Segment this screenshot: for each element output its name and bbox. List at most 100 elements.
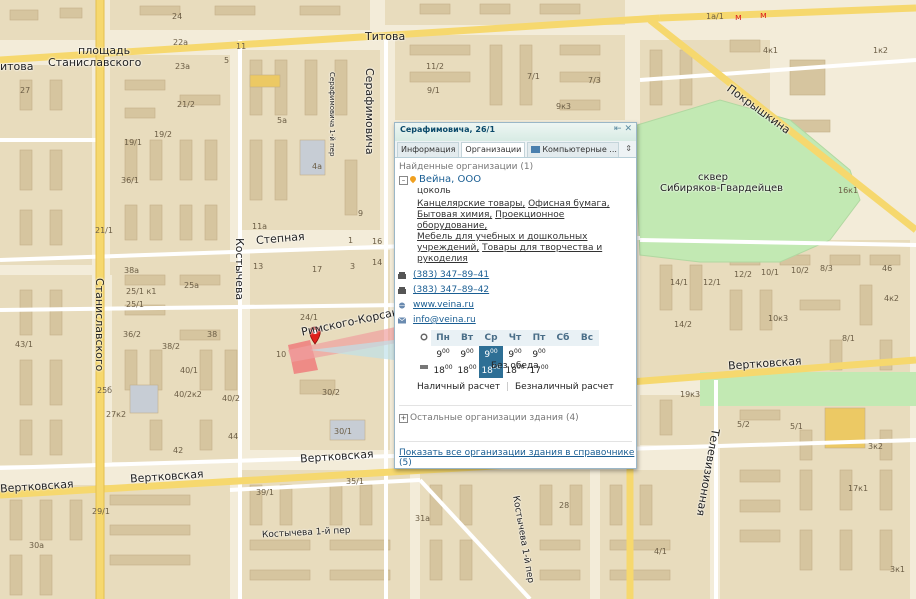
house-number: 19/2 <box>154 130 172 139</box>
house-number: 4/1 <box>654 547 667 556</box>
house-number: 19/1 <box>124 138 142 147</box>
mail-icon <box>398 317 406 324</box>
lunch-icon <box>420 365 428 369</box>
open-time <box>551 346 575 362</box>
category-link[interactable]: Офисная бумага, <box>528 199 610 209</box>
tab-computer-label: Компьютерные ... <box>542 145 617 154</box>
day-header: Чт <box>503 330 527 346</box>
website-link[interactable]: www.veina.ru <box>413 298 474 313</box>
house-number: 38 <box>207 330 218 339</box>
email-link[interactable]: info@veina.ru <box>413 313 476 328</box>
house-number: 38/2 <box>162 342 180 351</box>
metro-icon: м <box>735 13 742 23</box>
category-link[interactable]: учреждений, <box>417 243 479 253</box>
house-number: 3к2 <box>868 442 884 451</box>
house-number: 12/1 <box>703 278 721 287</box>
org-name[interactable]: Вейна, ООО <box>419 174 481 185</box>
divider <box>399 441 632 442</box>
open-time <box>575 346 599 362</box>
house-number: 40/2к2 <box>174 390 202 399</box>
phone-row: (383) 347–89–41 <box>395 268 636 283</box>
house-number: 13 <box>253 262 264 271</box>
house-number: 5а <box>277 116 287 125</box>
payment-cash: Наличный расчет <box>417 382 501 392</box>
open-time: 900 <box>460 348 474 360</box>
house-number: 14 <box>372 258 383 267</box>
house-number: 4а <box>312 162 322 171</box>
popup-controls[interactable]: ⇤ ✕ <box>614 124 632 134</box>
tab-info[interactable]: Информация <box>397 142 460 157</box>
street-label: Серафимовича <box>363 68 376 155</box>
house-number: 35/1 <box>346 477 364 486</box>
house-number: 21/1 <box>95 226 113 235</box>
house-number: 4к2 <box>884 294 900 303</box>
house-number: 27 <box>20 86 31 95</box>
show-all-link[interactable]: Показать все организации здания в справо… <box>399 448 634 458</box>
house-number: 39/1 <box>256 488 274 497</box>
house-number: 31а <box>415 514 431 523</box>
lunch-text: Без обеда <box>491 361 539 371</box>
house-number: 10/1 <box>761 268 779 277</box>
house-number: 43/1 <box>15 340 33 349</box>
globe-icon <box>398 302 406 309</box>
tab-organizations[interactable]: Организации <box>461 142 526 157</box>
email-row: info@veina.ru <box>395 313 636 328</box>
house-number: 42 <box>173 446 184 455</box>
tab-scroll-arrows-icon[interactable]: ⇕ <box>625 142 634 157</box>
house-number: 1 <box>348 236 354 245</box>
house-number: 16 <box>372 237 383 246</box>
close-time: 1800 <box>457 364 477 376</box>
street-label: Станиславского <box>93 278 106 372</box>
house-number: 5/1 <box>790 422 803 431</box>
popup-tabs: Информация Организации Компьютерные ... … <box>395 141 636 158</box>
tab-computer[interactable]: Компьютерные ... <box>527 142 620 157</box>
house-number: 12/2 <box>734 270 752 279</box>
popup-title: Серафимовича, 26/1 <box>400 125 496 134</box>
park-label: Сибиряков-Гвардейцев <box>660 183 784 194</box>
info-popup: Серафимовича, 26/1 ⇤ ✕ Информация Органи… <box>394 122 637 469</box>
house-number: 10к3 <box>768 314 789 323</box>
category-link[interactable]: Бытовая химия, <box>417 210 492 220</box>
show-all-row: Показать все организации здания в справо… <box>399 448 636 468</box>
day-header: Пт <box>527 330 551 346</box>
other-orgs-row[interactable]: + Остальные организации здания (4) <box>399 413 579 423</box>
house-number: 17 <box>312 265 323 274</box>
other-orgs-label[interactable]: Остальные организации здания (4) <box>410 413 579 423</box>
org-pin-icon <box>408 174 418 184</box>
house-number: 8/1 <box>842 334 855 343</box>
house-number: 17к1 <box>848 484 869 493</box>
category-link[interactable]: Мебель для учебных и дошкольных <box>417 232 587 242</box>
close-time <box>575 362 599 378</box>
phone-link[interactable]: (383) 347–89–42 <box>413 283 489 298</box>
house-number: 9к3 <box>556 102 572 111</box>
house-number: 5/2 <box>737 420 750 429</box>
house-number: 40/1 <box>180 366 198 375</box>
day-header-current: Ср <box>479 330 503 346</box>
house-number: 11а <box>252 222 268 231</box>
category-link[interactable]: Канцелярские товары, <box>417 199 525 209</box>
street-label: Костычева <box>233 238 246 301</box>
house-number: 5 <box>224 56 230 65</box>
collapse-toggle-icon[interactable]: – <box>399 176 408 185</box>
house-number: 24/1 <box>300 313 318 322</box>
open-time: 900 <box>508 348 522 360</box>
house-number: 22а <box>173 38 189 47</box>
house-number: 16к1 <box>838 186 859 195</box>
house-number: 24 <box>172 12 183 21</box>
house-number: 7/1 <box>527 72 540 81</box>
house-number: 9/1 <box>427 86 440 95</box>
house-number: 7/3 <box>588 76 601 85</box>
expand-toggle-icon[interactable]: + <box>399 414 408 423</box>
house-number: 9 <box>358 209 364 218</box>
house-number: 28 <box>559 501 570 510</box>
house-number: 3 <box>350 262 356 271</box>
house-number: 40/2 <box>222 394 240 403</box>
phone-link[interactable]: (383) 347–89–41 <box>413 268 489 283</box>
house-number: 36/1 <box>121 176 139 185</box>
payment-separator: | <box>506 382 510 392</box>
house-number: 14/2 <box>674 320 692 329</box>
open-time: 900 <box>532 348 546 360</box>
found-orgs-label: Найденные организации (1) <box>399 162 534 172</box>
close-time: 1800 <box>433 364 453 376</box>
popup-title-bar: Серафимовича, 26/1 ⇤ ✕ <box>395 123 636 141</box>
